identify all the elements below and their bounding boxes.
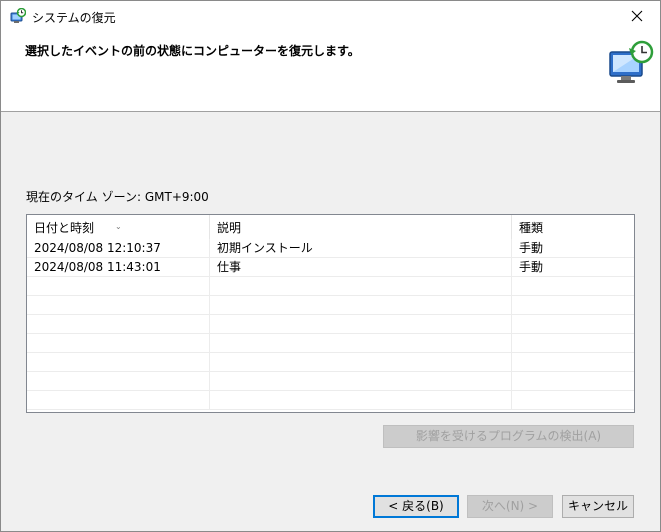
detect-affected-programs-button[interactable]: 影響を受けるプログラムの検出(A)	[383, 425, 634, 448]
empty-cell	[512, 296, 634, 315]
empty-cell	[210, 372, 512, 391]
empty-cell	[27, 391, 210, 410]
empty-cell	[210, 334, 512, 353]
restore-points-list[interactable]: ⌄ 日付と時刻 説明 種類 2024/08/08 12:10:37 初期インスト…	[26, 214, 635, 413]
empty-cell	[27, 353, 210, 372]
empty-cell	[512, 315, 634, 334]
header-panel: 選択したイベントの前の状態にコンピューターを復元します。	[1, 31, 660, 112]
empty-cell	[210, 315, 512, 334]
empty-table-row	[27, 334, 634, 353]
title-bar: システムの復元	[1, 1, 660, 31]
cell-description: 初期インストール	[210, 239, 512, 258]
empty-cell	[27, 315, 210, 334]
cell-date: 2024/08/08 12:10:37	[27, 239, 210, 258]
system-restore-icon	[10, 7, 27, 24]
empty-table-row	[27, 296, 634, 315]
restore-computer-icon	[607, 38, 655, 86]
empty-cell	[210, 296, 512, 315]
column-header-description[interactable]: 説明	[210, 215, 512, 239]
empty-cell	[512, 391, 634, 410]
cell-type: 手動	[519, 241, 544, 255]
empty-cell	[512, 334, 634, 353]
empty-cell	[27, 296, 210, 315]
empty-table-row	[27, 372, 634, 391]
empty-cell	[27, 372, 210, 391]
timezone-label: 現在のタイム ゾーン: GMT+9:00	[26, 190, 209, 204]
window-title: システムの復元	[32, 11, 116, 25]
list-header: ⌄ 日付と時刻 説明 種類	[27, 215, 634, 239]
empty-table-row	[27, 315, 634, 334]
empty-table-row	[27, 391, 634, 410]
empty-cell	[210, 277, 512, 296]
empty-cell	[27, 277, 210, 296]
empty-cell	[512, 353, 634, 372]
column-label-date: 日付と時刻	[34, 221, 95, 235]
cell-description: 仕事	[210, 258, 512, 277]
next-button[interactable]: 次へ(N) >	[467, 495, 553, 518]
column-label-description: 説明	[217, 221, 242, 235]
empty-cell	[512, 277, 634, 296]
close-button[interactable]	[614, 1, 660, 31]
sort-down-icon: ⌄	[115, 222, 122, 231]
empty-table-row	[27, 277, 634, 296]
empty-table-row	[27, 353, 634, 372]
back-button[interactable]: < 戻る(B)	[373, 495, 459, 518]
empty-cell	[27, 334, 210, 353]
instruction-text: 選択したイベントの前の状態にコンピューターを復元します。	[25, 44, 360, 58]
cancel-button[interactable]: キャンセル	[562, 495, 634, 518]
column-header-date[interactable]: ⌄ 日付と時刻	[27, 215, 210, 239]
cell-type: 手動	[519, 260, 544, 274]
cell-date: 2024/08/08 11:43:01	[27, 258, 210, 277]
column-header-type[interactable]: 種類	[512, 215, 634, 239]
close-icon	[631, 10, 643, 22]
table-row[interactable]: 2024/08/08 12:10:37 初期インストール 手動	[27, 239, 634, 258]
system-restore-dialog: システムの復元 選択したイベントの前の状態にコンピューターを復元します。 現在の…	[0, 0, 661, 532]
empty-cell	[210, 353, 512, 372]
empty-cell	[210, 391, 512, 410]
column-label-type: 種類	[519, 221, 544, 235]
table-row[interactable]: 2024/08/08 11:43:01 仕事 手動	[27, 258, 634, 277]
empty-cell	[512, 372, 634, 391]
